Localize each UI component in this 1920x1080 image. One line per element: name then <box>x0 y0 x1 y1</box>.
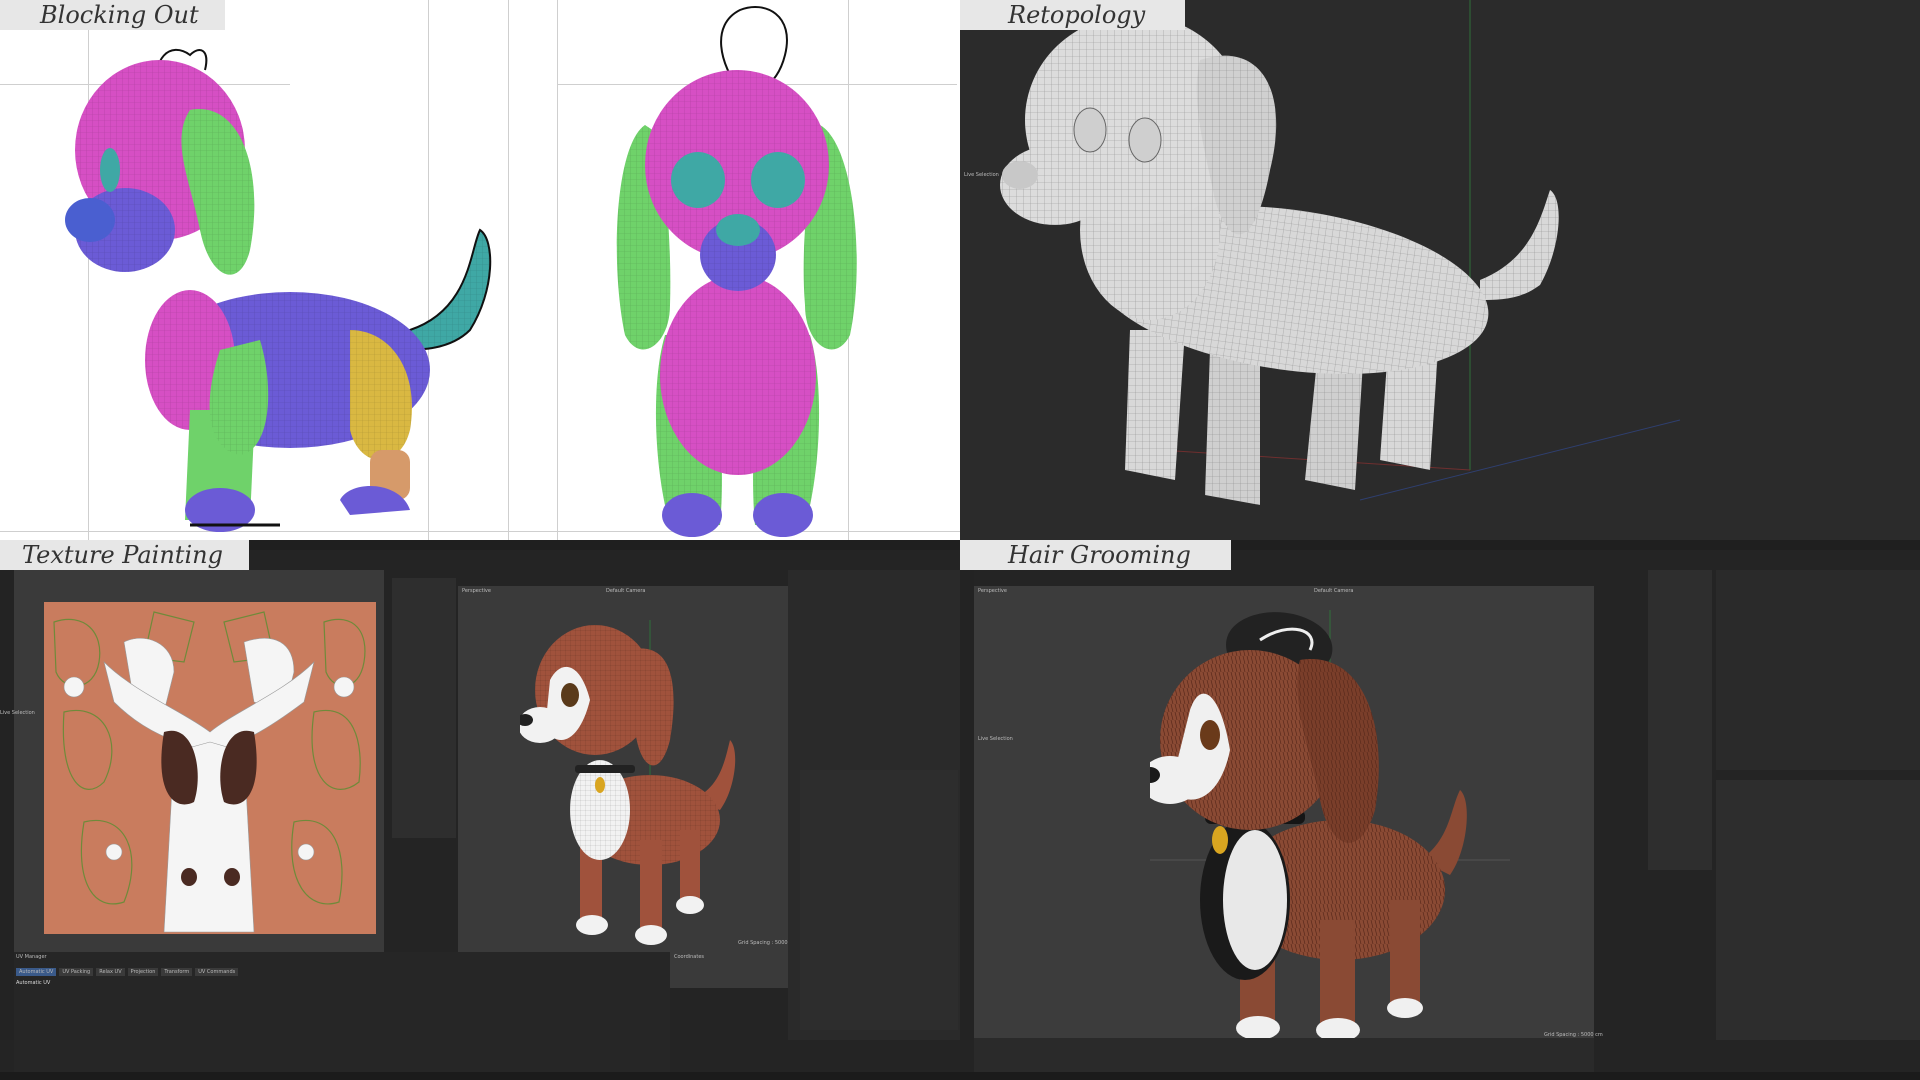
live-selection-tooltip: Live Selection <box>0 710 35 716</box>
furry-dog <box>1150 610 1510 1042</box>
dog-side-view <box>65 49 492 532</box>
camera-label: Default Camera <box>1314 588 1354 594</box>
timeline[interactable] <box>974 1038 1594 1072</box>
camera-label: Default Camera <box>606 588 646 594</box>
object-manager[interactable] <box>1716 570 1920 770</box>
tab-transform[interactable]: Transform <box>161 968 193 976</box>
attributes-panel[interactable] <box>800 770 958 1030</box>
retopo-viewport <box>1000 0 1681 505</box>
hair-grooming-panel: Hair Grooming Perspective Default Camera… <box>960 540 1920 1080</box>
blocking-out-panel: Blocking Out <box>0 0 960 540</box>
hair-grooming-label: Hair Grooming <box>960 540 1231 570</box>
uv-map[interactable] <box>44 602 376 934</box>
texture-painting-panel: Texture Painting Perspective Default Cam… <box>0 540 960 1080</box>
tab-projection[interactable]: Projection <box>127 968 159 976</box>
texture-painting-label: Texture Painting <box>0 540 249 570</box>
viewport-label: Perspective <box>462 588 491 594</box>
hair-tools-list[interactable] <box>1648 570 1712 870</box>
coordinates-title: Coordinates <box>674 954 705 960</box>
automatic-uv-heading: Automatic UV <box>16 980 51 986</box>
status-bar <box>960 1072 1920 1080</box>
retopology-panel: Retopology Live Selection <box>960 0 1920 540</box>
status-bar <box>0 1072 960 1080</box>
tab-uv-commands[interactable]: UV Commands <box>195 968 239 976</box>
guide-line <box>557 0 558 540</box>
blocking-out-label: Blocking Out <box>0 0 225 30</box>
dog-front-view <box>616 6 857 537</box>
tab-relax-uv[interactable]: Relax UV <box>96 968 125 976</box>
viewport-label: Perspective <box>978 588 1007 594</box>
uv-commands-list[interactable] <box>392 578 456 838</box>
retopology-label: Retopology <box>960 0 1186 30</box>
attributes-panel[interactable] <box>1716 780 1920 1040</box>
uv-manager-title: UV Manager <box>16 954 47 960</box>
textured-dog <box>520 620 736 945</box>
tab-automatic-uv[interactable]: Automatic UV <box>16 968 57 976</box>
live-selection-tooltip: Live Selection <box>978 736 1013 742</box>
uv-tabs: Automatic UV UV Packing Relax UV Project… <box>16 968 239 976</box>
tab-uv-packing[interactable]: UV Packing <box>59 968 94 976</box>
left-toolbar[interactable] <box>960 570 974 1040</box>
left-toolbar[interactable] <box>0 570 14 1040</box>
